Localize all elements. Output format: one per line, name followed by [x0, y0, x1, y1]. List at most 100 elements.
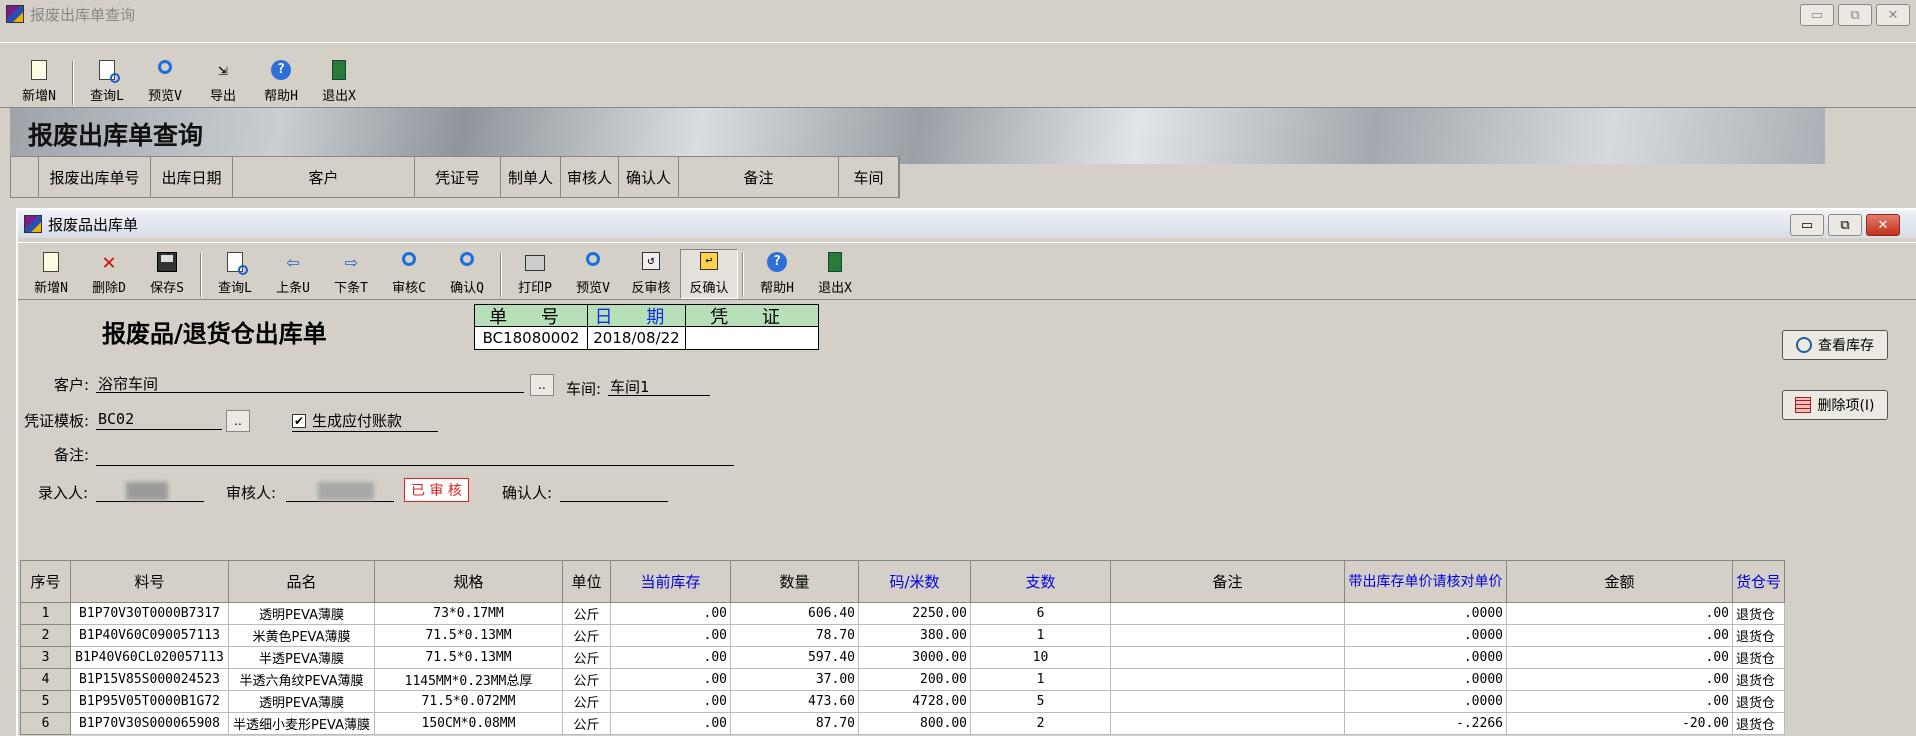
grid-column-header[interactable]: 金额 — [1506, 560, 1733, 603]
grid-cell[interactable] — [1110, 668, 1345, 691]
grid-cell[interactable] — [1110, 690, 1345, 713]
minimize-icon[interactable]: ▭ — [1800, 4, 1834, 26]
toolbar-button-prev-arrow[interactable]: ⇦ 上条U — [264, 249, 322, 299]
toolbar-button-export[interactable]: ⇲ 导出 — [194, 57, 252, 107]
grid-cell[interactable] — [1110, 646, 1345, 669]
grid-cell[interactable]: 6 — [970, 602, 1111, 625]
grid-cell[interactable]: .00 — [610, 668, 731, 691]
maximize-icon[interactable]: ⧉ — [1838, 4, 1872, 26]
outer-column-header[interactable]: 凭证号 — [415, 157, 501, 197]
grid-cell[interactable]: 退货仓 — [1732, 690, 1785, 713]
customer-field[interactable]: 浴帘车间 — [96, 373, 524, 393]
grid-cell[interactable]: 800.00 — [858, 712, 971, 735]
grid-cell[interactable]: 2250.00 — [858, 602, 971, 625]
grid-cell[interactable]: .00 — [1506, 624, 1733, 647]
grid-cell[interactable]: .00 — [1506, 690, 1733, 713]
grid-cell[interactable]: 公斤 — [562, 690, 611, 713]
table-row[interactable]: 6 B1P70V30S000065908 半透细小麦形PEVA薄膜 150CM*0.0… — [20, 712, 1785, 735]
grid-column-header[interactable]: 码/米数 — [858, 560, 971, 603]
grid-cell[interactable]: .00 — [610, 602, 731, 625]
template-lookup-button[interactable]: .. — [226, 410, 250, 432]
minimize-icon[interactable]: ▭ — [1790, 214, 1824, 236]
grid-cell[interactable]: 200.00 — [858, 668, 971, 691]
grid-cell[interactable]: 透明PEVA薄膜 — [228, 602, 375, 625]
toolbar-button-exit-door[interactable]: 退出X — [806, 249, 864, 299]
grid-cell[interactable]: 退货仓 — [1732, 602, 1785, 625]
grid-column-header[interactable]: 带出库存单价请核对单价 — [1344, 560, 1507, 603]
grid-cell[interactable]: 87.70 — [730, 712, 859, 735]
grid-column-header[interactable]: 规格 — [374, 560, 563, 603]
toolbar-button-exit-door[interactable]: 退出X — [310, 57, 368, 107]
outer-column-header[interactable]: 确认人 — [619, 157, 679, 197]
checkbox-box[interactable]: ✔ — [292, 413, 306, 428]
grid-cell[interactable]: .0000 — [1344, 602, 1507, 625]
toolbar-button-help[interactable]: ? 帮助H — [748, 249, 806, 299]
grid-cell[interactable]: -20.00 — [1506, 712, 1733, 735]
grid-cell[interactable]: 公斤 — [562, 602, 611, 625]
toolbar-button-query-doc[interactable]: 查询L — [206, 249, 264, 299]
toolbar-button-unaudit[interactable]: ↺ 反审核 — [622, 249, 680, 299]
grid-cell[interactable]: .0000 — [1344, 624, 1507, 647]
grid-cell[interactable]: 退货仓 — [1732, 624, 1785, 647]
outer-column-header[interactable]: 出库日期 — [151, 157, 233, 197]
grid-cell[interactable]: B1P40V60CL020057113 — [70, 646, 229, 669]
grid-cell[interactable]: B1P95V05T0000B1G72 — [70, 690, 229, 713]
table-row[interactable]: 1 B1P70V30T0000B7317 透明PEVA薄膜 73*0.17MM 公斤 .0… — [20, 602, 1785, 625]
grid-cell[interactable]: 半透细小麦形PEVA薄膜 — [228, 712, 375, 735]
grid-column-header[interactable]: 数量 — [730, 560, 859, 603]
grid-cell[interactable] — [1110, 602, 1345, 625]
grid-cell[interactable]: .00 — [1506, 602, 1733, 625]
grid-column-header[interactable]: 品名 — [228, 560, 375, 603]
toolbar-button-new-doc[interactable]: 新增N — [22, 249, 80, 299]
maximize-icon[interactable]: ⧉ — [1828, 214, 1862, 236]
table-row[interactable]: 2 B1P40V60C090057113 米黄色PEVA薄膜 71.5*0.13MM 公… — [20, 624, 1785, 647]
grid-cell[interactable]: 78.70 — [730, 624, 859, 647]
close-icon[interactable]: ✕ — [1876, 4, 1910, 26]
grid-cell[interactable]: 606.40 — [730, 602, 859, 625]
close-icon[interactable]: ✕ — [1866, 214, 1900, 236]
grid-cell[interactable]: 597.40 — [730, 646, 859, 669]
remark-field[interactable] — [96, 446, 734, 466]
outer-column-header[interactable]: 客户 — [233, 157, 415, 197]
grid-cell[interactable]: -.2266 — [1344, 712, 1507, 735]
grid-cell[interactable]: B1P40V60C090057113 — [70, 624, 229, 647]
grid-cell[interactable]: 公斤 — [562, 712, 611, 735]
grid-cell[interactable]: .0000 — [1344, 646, 1507, 669]
grid-cell[interactable]: 5 — [20, 690, 71, 713]
outer-column-header[interactable]: 报废出库单号 — [39, 157, 151, 197]
grid-cell[interactable]: 6 — [20, 712, 71, 735]
grid-column-header[interactable]: 货仓号 — [1732, 560, 1785, 603]
toolbar-button-delete-x[interactable]: ✕ 删除D — [80, 249, 138, 299]
grid-cell[interactable]: .00 — [610, 690, 731, 713]
grid-cell[interactable]: 4 — [20, 668, 71, 691]
grid-cell[interactable]: 71.5*0.13MM — [374, 646, 563, 669]
grid-cell[interactable]: .00 — [610, 712, 731, 735]
grid-cell[interactable]: 退货仓 — [1732, 646, 1785, 669]
grid-cell[interactable]: 公斤 — [562, 624, 611, 647]
gen-payable-checkbox[interactable]: ✔ 生成应付账款 — [292, 410, 438, 432]
grid-cell[interactable]: 10 — [970, 646, 1111, 669]
customer-lookup-button[interactable]: .. — [530, 374, 554, 396]
grid-cell[interactable]: 5 — [970, 690, 1111, 713]
grid-column-header[interactable]: 当前库存 — [610, 560, 731, 603]
grid-cell[interactable]: B1P70V30T0000B7317 — [70, 602, 229, 625]
toolbar-button-printer[interactable]: 打印P — [506, 249, 564, 299]
grid-cell[interactable]: .00 — [610, 646, 731, 669]
grid-cell[interactable]: 71.5*0.072MM — [374, 690, 563, 713]
grid-cell[interactable]: 1 — [20, 602, 71, 625]
grid-cell[interactable]: 公斤 — [562, 646, 611, 669]
grid-cell[interactable]: .00 — [1506, 668, 1733, 691]
toolbar-button-save-disk[interactable]: 保存S — [138, 249, 196, 299]
grid-cell[interactable]: .0000 — [1344, 668, 1507, 691]
workshop-field[interactable]: 车间1 — [608, 376, 710, 396]
grid-cell[interactable]: 2 — [970, 712, 1111, 735]
grid-column-header[interactable]: 支数 — [970, 560, 1111, 603]
grid-cell[interactable]: 米黄色PEVA薄膜 — [228, 624, 375, 647]
outer-column-header[interactable]: 备注 — [679, 157, 839, 197]
grid-cell[interactable]: .00 — [610, 624, 731, 647]
toolbar-button-unconfirm[interactable]: ↩ 反确认 — [680, 249, 738, 299]
grid-column-header[interactable]: 单位 — [562, 560, 611, 603]
grid-cell[interactable]: 71.5*0.13MM — [374, 624, 563, 647]
toolbar-button-help[interactable]: ? 帮助H — [252, 57, 310, 107]
toolbar-button-preview-magnifier[interactable]: 预览V — [136, 57, 194, 107]
